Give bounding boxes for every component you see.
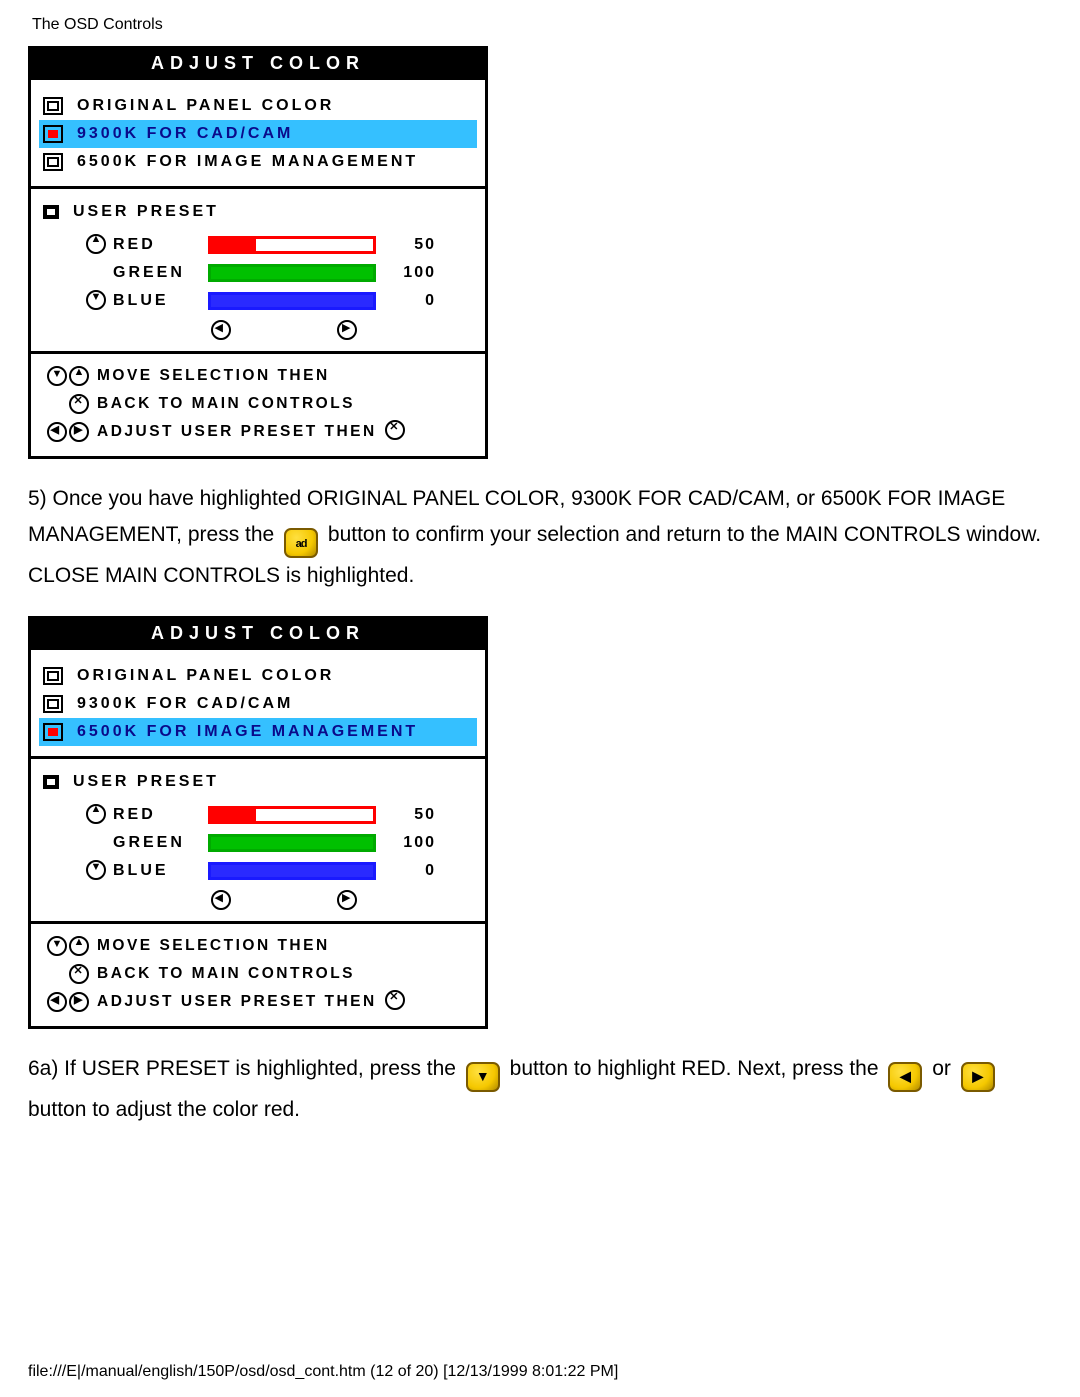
menu-option-9300k[interactable]: 9300K FOR CAD/CAM [39, 120, 477, 148]
up-arrow-icon [85, 234, 107, 257]
hint-text: ADJUST USER PRESET THEN [97, 423, 377, 441]
menu-label: 6500K FOR IMAGE MANAGEMENT [77, 723, 418, 741]
osd-panel-2: ADJUST COLOR ORIGINAL PANEL COLOR 9300K … [28, 616, 488, 1029]
menu-option-6500k[interactable]: 6500K FOR IMAGE MANAGEMENT [39, 148, 477, 176]
instruction-step-5: 5) Once you have highlighted ORIGINAL PA… [28, 481, 1052, 594]
channel-label: BLUE [107, 292, 208, 310]
left-arrow-icon [211, 890, 231, 910]
text: button to adjust the color red. [28, 1098, 300, 1121]
green-value: 100 [386, 264, 436, 282]
hint-move: MOVE SELECTION THEN [41, 362, 475, 390]
text: button to highlight RED. Next, press the [510, 1057, 885, 1080]
close-icon [385, 420, 405, 440]
hint-text: BACK TO MAIN CONTROLS [97, 965, 355, 983]
hint-text: ADJUST USER PRESET THEN [97, 993, 377, 1011]
menu-label: ORIGINAL PANEL COLOR [77, 667, 334, 685]
left-arrow-icon [211, 320, 231, 340]
menu-option-9300k[interactable]: 9300K FOR CAD/CAM [39, 690, 477, 718]
hint-text: MOVE SELECTION THEN [97, 367, 330, 385]
hint-text: BACK TO MAIN CONTROLS [97, 395, 355, 413]
channel-row-green: GREEN 100 [39, 829, 477, 857]
menu-option-original[interactable]: ORIGINAL PANEL COLOR [39, 662, 477, 690]
up-arrow-icon [69, 936, 89, 956]
menu-label: 9300K FOR CAD/CAM [77, 125, 293, 143]
text: or [932, 1057, 957, 1080]
close-icon [385, 990, 405, 1010]
green-slider[interactable] [208, 264, 376, 282]
up-arrow-icon [69, 366, 89, 386]
page-footer: file:///E|/manual/english/150P/osd/osd_c… [28, 1363, 618, 1381]
down-button-icon [466, 1062, 500, 1092]
osd-panel-1: ADJUST COLOR ORIGINAL PANEL COLOR 9300K … [28, 46, 488, 459]
box-icon [43, 775, 59, 789]
blue-value: 0 [386, 292, 436, 310]
down-arrow-icon [85, 290, 107, 313]
right-arrow-icon [337, 320, 357, 340]
hint-back: BACK TO MAIN CONTROLS [41, 960, 475, 988]
left-button-icon [888, 1062, 922, 1092]
channel-row-red: RED 50 [39, 231, 477, 259]
blue-value: 0 [386, 862, 436, 880]
channel-row-blue: BLUE 0 [39, 857, 477, 885]
osd-title: ADJUST COLOR [31, 49, 485, 80]
red-slider[interactable] [208, 806, 376, 824]
box-icon [43, 205, 59, 219]
menu-label: ORIGINAL PANEL COLOR [77, 97, 334, 115]
menu-label: USER PRESET [73, 203, 219, 221]
menu-label: USER PRESET [73, 773, 219, 791]
box-icon [43, 695, 63, 713]
right-arrow-icon [69, 992, 89, 1012]
menu-option-user-preset[interactable]: USER PRESET [39, 769, 477, 795]
box-icon [43, 667, 63, 685]
page-header: The OSD Controls [28, 12, 1052, 46]
channel-label: GREEN [107, 264, 208, 282]
channel-label: BLUE [107, 862, 208, 880]
right-arrow-icon [69, 422, 89, 442]
menu-label: 9300K FOR CAD/CAM [77, 695, 293, 713]
box-icon [43, 97, 63, 115]
blue-slider[interactable] [208, 862, 376, 880]
channel-label: GREEN [107, 834, 208, 852]
channel-row-green: GREEN 100 [39, 259, 477, 287]
text: 6a) If USER PRESET is highlighted, press… [28, 1057, 462, 1080]
close-icon [69, 964, 89, 984]
close-icon [69, 394, 89, 414]
menu-label: 6500K FOR IMAGE MANAGEMENT [77, 153, 418, 171]
hint-move: MOVE SELECTION THEN [41, 932, 475, 960]
red-value: 50 [386, 236, 436, 254]
hint-adjust: ADJUST USER PRESET THEN [41, 988, 475, 1016]
menu-option-user-preset[interactable]: USER PRESET [39, 199, 477, 225]
left-arrow-icon [47, 422, 67, 442]
instruction-step-6a: 6a) If USER PRESET is highlighted, press… [28, 1051, 1052, 1128]
hint-back: BACK TO MAIN CONTROLS [41, 390, 475, 418]
left-arrow-icon [47, 992, 67, 1012]
box-selected-icon [43, 723, 63, 741]
osd-title: ADJUST COLOR [31, 619, 485, 650]
green-value: 100 [386, 834, 436, 852]
box-selected-icon [43, 125, 63, 143]
red-slider[interactable] [208, 236, 376, 254]
channel-label: RED [107, 806, 208, 824]
green-slider[interactable] [208, 834, 376, 852]
hint-text: MOVE SELECTION THEN [97, 937, 330, 955]
channel-label: RED [107, 236, 208, 254]
down-arrow-icon [85, 860, 107, 883]
menu-option-6500k[interactable]: 6500K FOR IMAGE MANAGEMENT [39, 718, 477, 746]
down-arrow-icon [47, 936, 67, 956]
channel-row-red: RED 50 [39, 801, 477, 829]
right-arrow-icon [337, 890, 357, 910]
box-icon [43, 153, 63, 171]
hint-adjust: ADJUST USER PRESET THEN [41, 418, 475, 446]
ok-button-icon [284, 528, 318, 558]
red-value: 50 [386, 806, 436, 824]
down-arrow-icon [47, 366, 67, 386]
menu-option-original[interactable]: ORIGINAL PANEL COLOR [39, 92, 477, 120]
right-button-icon [961, 1062, 995, 1092]
up-arrow-icon [85, 804, 107, 827]
blue-slider[interactable] [208, 292, 376, 310]
channel-row-blue: BLUE 0 [39, 287, 477, 315]
